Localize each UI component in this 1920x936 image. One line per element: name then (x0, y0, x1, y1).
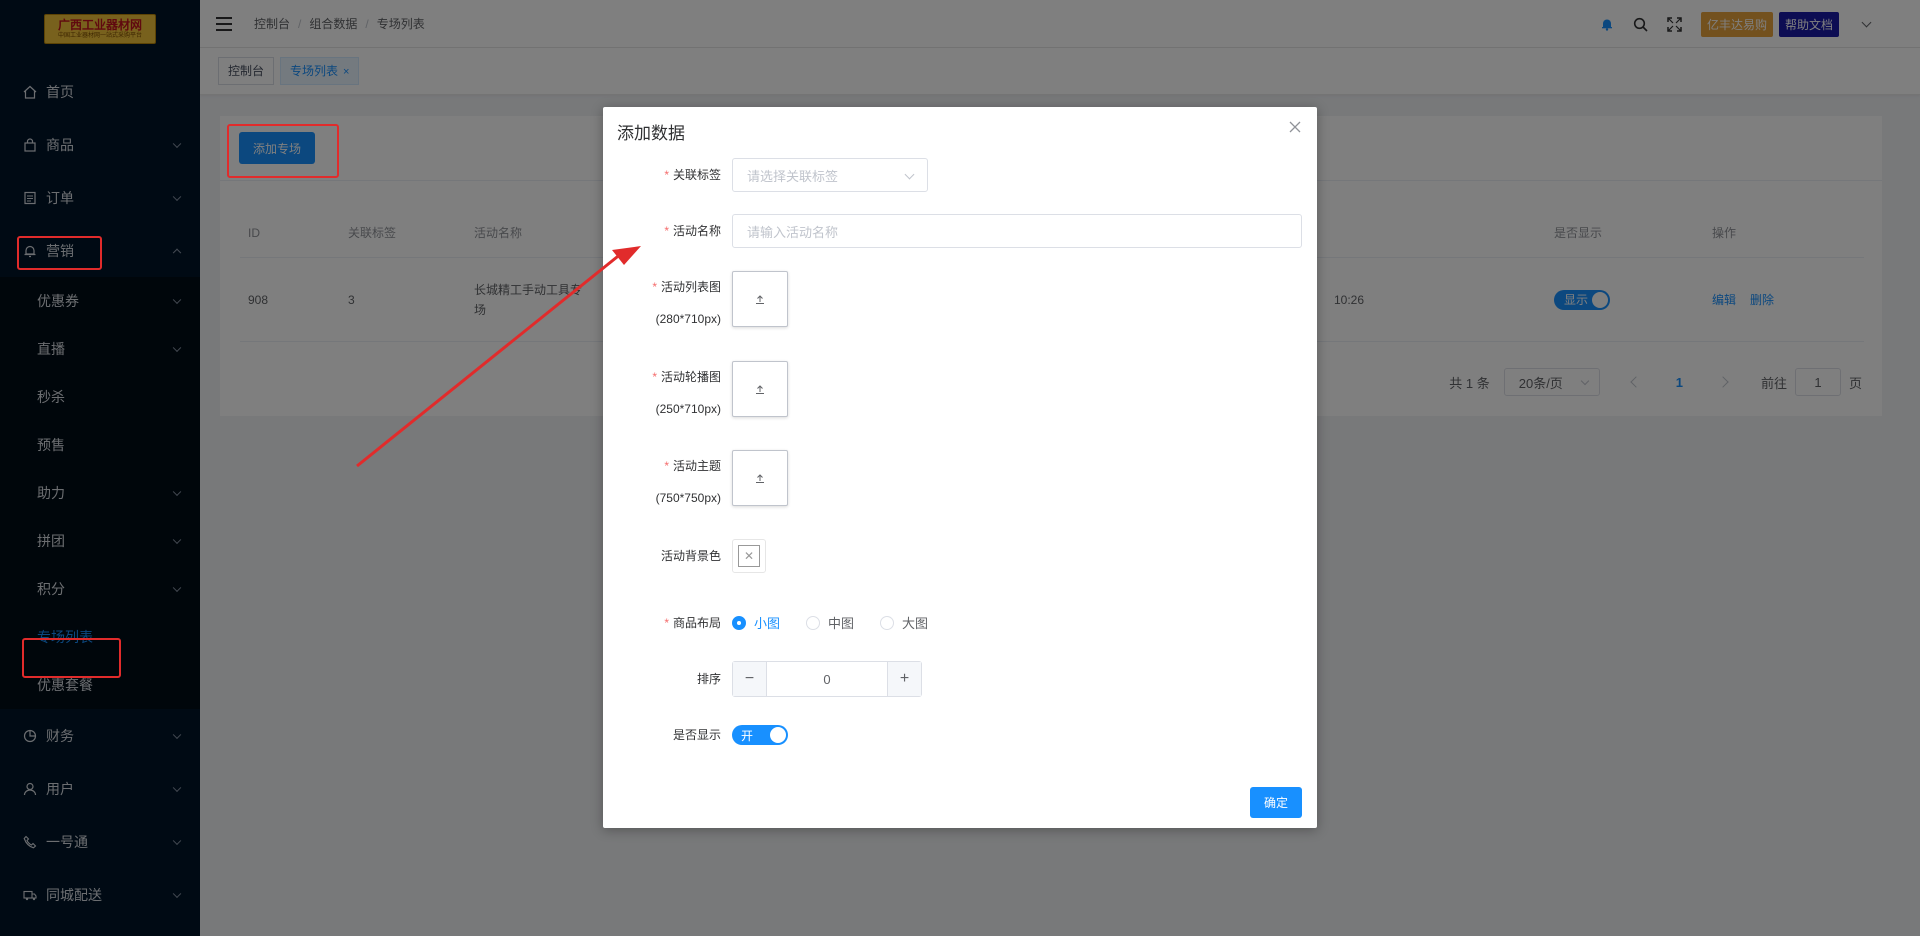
radio-label: 小图 (754, 616, 781, 631)
field-label-name: * 活动名称 (664, 224, 721, 238)
close-icon: ✕ (738, 545, 760, 567)
activity-name-input[interactable]: 请输入活动名称 (732, 214, 1302, 248)
upload-icon (756, 385, 764, 394)
label-text: 活动名称 (672, 224, 721, 238)
field-label-banner: * 活动轮播图 (250*710px) (603, 360, 721, 418)
toggle-label: 开 (741, 728, 754, 743)
select-placeholder: 请选择关联标签 (747, 168, 839, 184)
label-size-hint: (280*710px) (655, 312, 721, 326)
field-label-bg-color: 活动背景色 (603, 539, 721, 573)
show-toggle[interactable]: 开 (732, 725, 788, 745)
label-text: 商品布局 (672, 616, 721, 630)
radio-large[interactable]: 大图 (880, 613, 928, 632)
label-text: 是否显示 (672, 728, 721, 742)
plus-icon[interactable]: + (887, 662, 921, 696)
layout-radio-group: 小图 中图 大图 (732, 613, 954, 632)
field-label-tag: * 关联标签 (664, 168, 721, 182)
sort-stepper: − 0 + (732, 661, 922, 697)
radio-dot (806, 615, 821, 630)
label-text: 活动列表图 (660, 280, 721, 294)
label-text: 关联标签 (672, 168, 721, 182)
radio-dot (880, 615, 895, 630)
upload-icon (756, 295, 764, 304)
radio-label: 中图 (828, 616, 855, 631)
label-text: 排序 (696, 672, 721, 686)
radio-dot (732, 615, 746, 630)
tag-select[interactable]: 请选择关联标签 (732, 158, 928, 192)
field-label-show: 是否显示 (603, 718, 721, 752)
radio-medium[interactable]: 中图 (806, 613, 854, 632)
radio-label: 大图 (902, 616, 929, 631)
banner-image-upload[interactable] (732, 361, 788, 417)
label-size-hint: (750*750px) (655, 491, 721, 505)
confirm-button[interactable]: 确定 (1250, 787, 1302, 818)
field-label-layout: * 商品布局 (664, 616, 721, 630)
sort-value[interactable]: 0 (767, 662, 887, 696)
dialog-title: 添加数据 (617, 124, 685, 143)
field-label-list-image: * 活动列表图 (280*710px) (603, 270, 721, 328)
list-image-upload[interactable] (732, 271, 788, 327)
theme-image-upload[interactable] (732, 450, 788, 506)
minus-icon[interactable]: − (733, 662, 767, 696)
label-size-hint: (250*710px) (655, 402, 721, 416)
close-icon[interactable] (1289, 121, 1303, 135)
field-label-sort: 排序 (603, 662, 721, 696)
upload-icon (756, 474, 764, 483)
label-text: 活动背景色 (660, 549, 721, 563)
field-label-theme: * 活动主题 (750*750px) (603, 449, 721, 507)
bg-color-picker[interactable]: ✕ (732, 539, 766, 573)
input-placeholder: 请输入活动名称 (747, 224, 839, 240)
radio-small[interactable]: 小图 (732, 613, 780, 632)
label-text: 活动主题 (672, 459, 721, 473)
label-text: 活动轮播图 (660, 370, 721, 384)
add-data-dialog: 添加数据 * 关联标签 请选择关联标签 * 活动名称 请输入活动名称 * 活动列表图(… (603, 107, 1317, 828)
